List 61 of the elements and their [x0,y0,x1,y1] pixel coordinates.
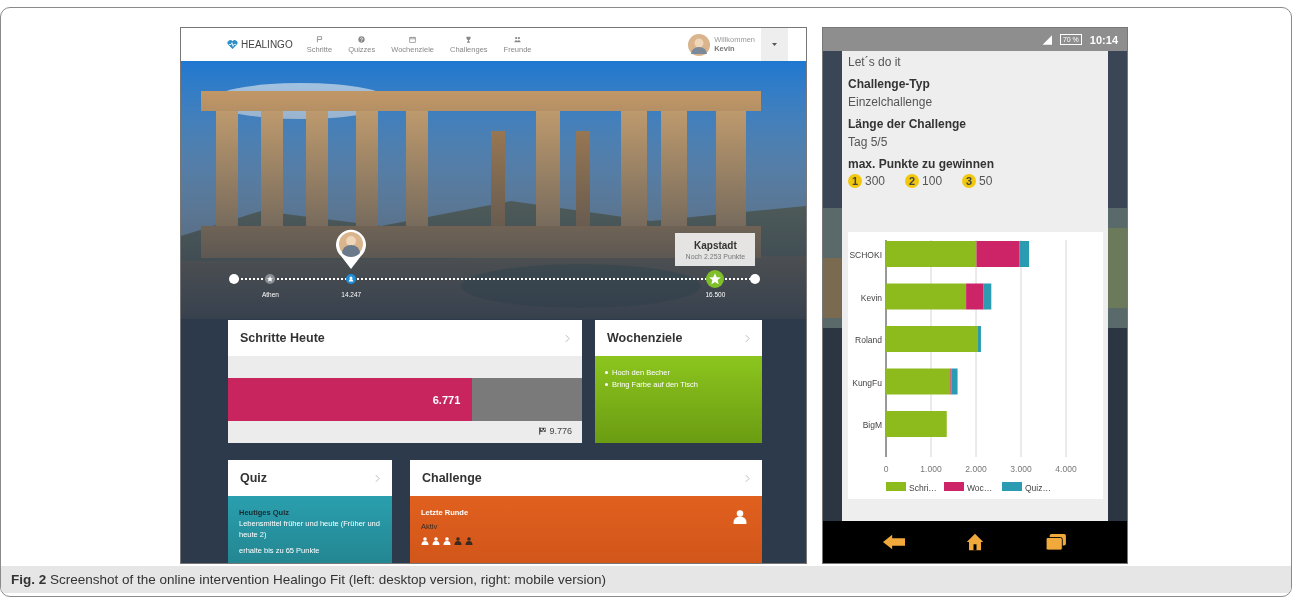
field-label: Länge der Challenge [848,117,968,131]
person-icon [733,510,747,524]
axis-label: Kevin [860,292,882,303]
tick-label: 3.000 [1010,464,1032,474]
home-icon[interactable] [964,533,986,551]
tick-label: 0 [883,464,889,474]
screen-title: Let´s do it [848,55,902,69]
rank-badge: 1 [848,174,862,188]
card-header[interactable]: Schritte Heute [228,320,582,356]
chevron-icon [745,333,750,343]
tick-label: 1.000 [920,464,942,474]
card-title: Schritte Heute [240,331,325,345]
recent-apps-icon[interactable] [1045,533,1068,551]
flag-icon [315,35,323,43]
points-value: 50 [979,174,993,188]
heart-icon [227,40,238,49]
chevron-icon [375,473,380,483]
points-value: 300 [865,174,886,188]
axis-label: Roland [855,335,882,345]
card-title: Quiz [240,471,268,485]
tick-label: 2.000 [965,464,987,474]
field-label: Challenge-Typ [848,77,931,91]
axis-label: BigM [862,420,882,430]
back-icon[interactable] [882,533,905,551]
card-title: Wochenziele [607,331,683,345]
bullet-icon [605,383,608,386]
rank-badge: 3 [962,174,977,188]
bar [886,411,947,437]
card-header[interactable]: Challenge [410,460,762,496]
avatar-icon[interactable] [688,33,711,56]
logo[interactable]: HEALINGO [227,39,293,50]
calendar-icon [409,35,417,43]
card-header[interactable]: Wochenziele [595,320,762,356]
field-label: max. Punkte zu gewinnen [848,157,996,171]
field-value: Tag 5/5 [848,135,889,149]
legend-label: Woc… [967,482,993,493]
field-value: Einzelchallenge [848,95,934,109]
steps-goal: 9.776 [549,426,572,436]
axis-label: SCHOKI [849,250,882,260]
bullet-icon [605,371,608,374]
question-icon [358,35,366,43]
legend-label: Quiz… [1025,482,1051,493]
caret-icon [772,42,777,47]
chevron-icon [565,333,570,343]
people-icon [514,35,522,43]
rank-badge: 2 [905,174,920,188]
signal-icon [1040,34,1052,45]
tooltip-title: Kapstadt [694,239,737,251]
clock: 10:14 [1089,33,1118,46]
trophy-icon [465,35,473,43]
card-title: Challenge [422,471,482,485]
figure-caption: Fig. 2 Screenshot of the online intervention Healingo Fit (left: desktop version, right: mobile version) [1,566,1291,593]
tick-label: 4.000 [1055,464,1077,474]
chevron-icon [745,473,750,483]
flag-icon [538,427,548,435]
legend-label: Schri… [909,482,937,493]
card-header[interactable]: Quiz [228,460,392,496]
axis-label: KungFu [852,377,882,388]
points-value: 100 [922,174,943,188]
avatar-pin-icon [335,229,368,269]
steps-value: 6.771 [432,393,461,406]
